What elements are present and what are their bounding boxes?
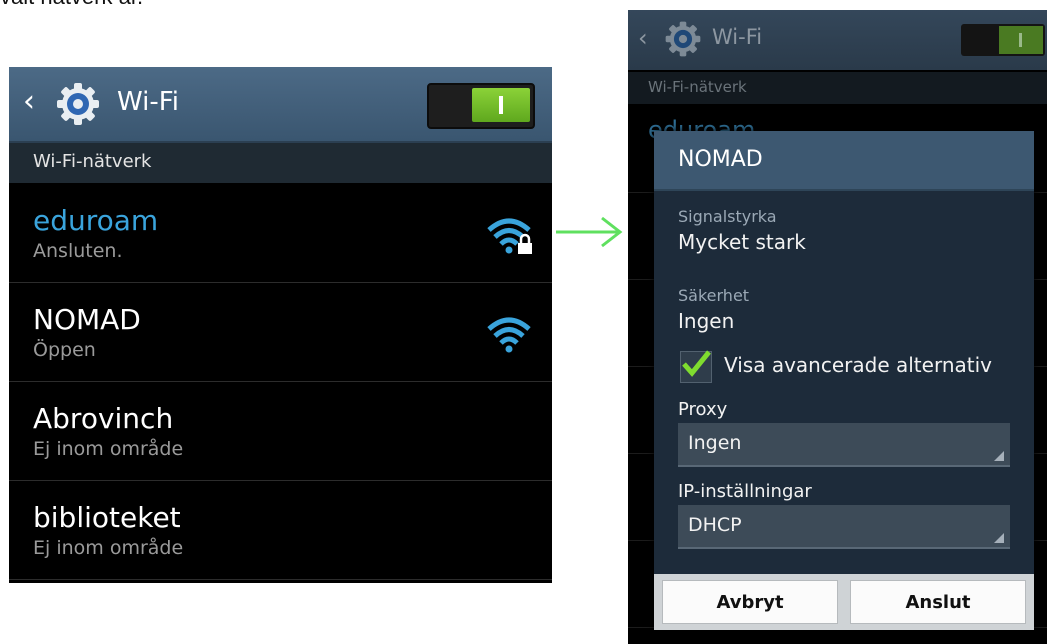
proxy-dropdown[interactable]: Ingen	[678, 423, 1010, 467]
ip-settings-label: IP-inställningar	[678, 481, 812, 502]
caption-text: valt nätverk är.	[0, 0, 143, 10]
section-header-label: Wi-Fi-nätverk	[33, 151, 152, 172]
wifi-toggle[interactable]	[427, 83, 535, 129]
security-label: Säkerhet	[678, 286, 750, 305]
right-arrow-icon	[556, 216, 623, 248]
signal-strength-value: Mycket stark	[678, 230, 806, 254]
signal-strength-label: Signalstyrka	[678, 207, 777, 226]
network-status: Ansluten.	[33, 240, 123, 262]
dropdown-corner-icon	[994, 451, 1004, 461]
dialog-title: NOMAD	[678, 147, 763, 172]
checkmark-icon	[682, 350, 711, 377]
settings-gear-icon	[57, 83, 99, 125]
network-name: NOMAD	[33, 303, 141, 336]
back-icon[interactable]: ‹	[638, 24, 648, 52]
advanced-options-label[interactable]: Visa avancerade alternativ	[724, 353, 992, 377]
cancel-button[interactable]: Avbryt	[662, 580, 838, 624]
network-status: Ej inom område	[33, 438, 184, 460]
advanced-options-checkbox[interactable]	[680, 350, 712, 383]
action-bar: ‹ Wi-Fi	[628, 10, 1047, 70]
network-row-eduroam[interactable]: eduroam Ansluten.	[9, 184, 552, 283]
network-status: Ej inom område	[33, 537, 184, 559]
wifi-lock-icon	[487, 218, 532, 254]
dialog-button-bar: Avbryt Anslut	[654, 574, 1034, 630]
settings-gear-icon	[665, 21, 701, 57]
action-bar: ‹ Wi-Fi	[9, 67, 552, 143]
network-dialog: NOMAD Signalstyrka Mycket stark Säkerhet…	[654, 131, 1034, 630]
connect-button[interactable]: Anslut	[850, 580, 1026, 624]
dialog-header: NOMAD	[654, 131, 1034, 191]
wifi-settings-screen: ‹ Wi-Fi Wi-Fi-nätverk eduroam Ansluten.	[9, 67, 552, 583]
back-icon[interactable]: ‹	[23, 87, 35, 117]
dropdown-corner-icon	[994, 533, 1004, 543]
section-header: Wi-Fi-nätverk	[9, 143, 552, 183]
section-header-label: Wi-Fi-nätverk	[648, 78, 747, 96]
security-value: Ingen	[678, 309, 735, 333]
wifi-icon	[487, 317, 531, 353]
proxy-label: Proxy	[678, 399, 728, 420]
section-header: Wi-Fi-nätverk	[628, 72, 1047, 104]
screen-title: Wi-Fi	[117, 87, 180, 117]
network-row-biblioteket[interactable]: biblioteket Ej inom område	[9, 481, 552, 580]
ip-settings-dropdown[interactable]: DHCP	[678, 505, 1010, 549]
wifi-toggle[interactable]	[961, 24, 1045, 56]
network-status: Öppen	[33, 339, 96, 361]
network-name: eduroam	[33, 204, 159, 237]
network-row-nomad[interactable]: NOMAD Öppen	[9, 283, 552, 382]
screen-title: Wi-Fi	[712, 25, 763, 49]
ip-settings-value: DHCP	[688, 514, 742, 536]
network-dialog-screen: ‹ Wi-Fi Wi-Fi-nätverk eduroam NOMAD Sign…	[628, 10, 1047, 644]
network-name: Abrovinch	[33, 402, 174, 435]
proxy-value: Ingen	[688, 432, 742, 454]
network-name: biblioteket	[33, 501, 181, 534]
network-row-abrovinch[interactable]: Abrovinch Ej inom område	[9, 382, 552, 481]
